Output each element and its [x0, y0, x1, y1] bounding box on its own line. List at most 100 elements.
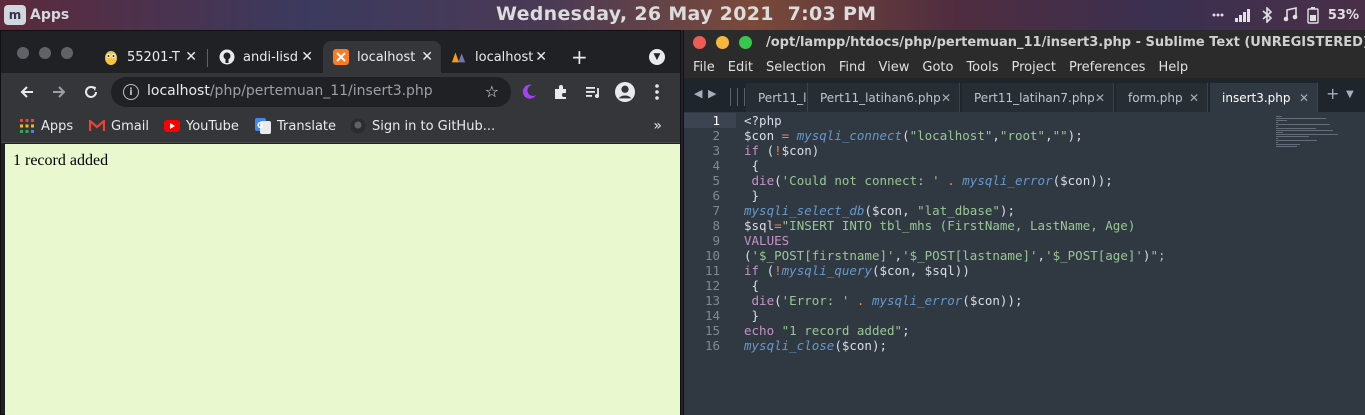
code-line[interactable]: { — [744, 278, 760, 293]
tab-search-button[interactable]: ▼ — [649, 49, 665, 65]
code-line[interactable]: if (!mysqli_query($con, $sql)) — [744, 263, 970, 278]
address-url[interactable]: localhost/php/pertemuan_11/insert3.php — [147, 83, 433, 99]
code-line[interactable]: if (!$con) — [744, 143, 819, 158]
editor-tab[interactable]: Pert11_latihan6.php ✕ — [808, 83, 960, 112]
apps-menu-button[interactable]: m Apps — [4, 4, 69, 26]
line-number: 12 — [704, 278, 720, 293]
window-minimize-button[interactable] — [716, 36, 729, 49]
editor-title: /opt/lampp/htdocs/php/pertemuan_11/inser… — [766, 35, 1365, 50]
line-number: 3 — [712, 143, 720, 158]
bookmark-youtube[interactable]: YouTube — [164, 118, 239, 134]
browser-menu-icon[interactable] — [647, 82, 667, 102]
youtube-icon — [164, 118, 180, 134]
line-number: 8 — [712, 218, 720, 233]
bluetooth-icon[interactable] — [1261, 7, 1273, 23]
tab-scroll-right-icon[interactable]: ▶ — [708, 87, 716, 100]
browser-tab[interactable]: 55201-TF ✕ — [93, 41, 205, 73]
back-arrow-icon[interactable] — [17, 82, 37, 102]
bookmark-translate[interactable]: G Translate — [255, 118, 336, 134]
address-bar[interactable]: i localhost/php/pertemuan_11/insert3.php… — [111, 77, 511, 107]
menu-view[interactable]: View — [879, 60, 910, 75]
code-line[interactable]: } — [744, 308, 760, 323]
code-line[interactable]: $sql="INSERT INTO tbl_mhs (FirstName, La… — [744, 218, 1135, 233]
extensions-puzzle-icon[interactable] — [551, 82, 571, 102]
code-line[interactable]: VALUES — [744, 233, 789, 248]
editor-tab[interactable]: Pert11_la — [746, 83, 808, 112]
code-line[interactable]: die('Error: ' . mysqli_error($con)); — [744, 293, 1023, 308]
forward-arrow-icon[interactable] — [49, 82, 69, 102]
profile-avatar-icon[interactable] — [615, 82, 635, 102]
code-line[interactable]: die('Could not connect: ' . mysqli_error… — [744, 173, 1113, 188]
bookmark-gmail[interactable]: Gmail — [89, 118, 149, 134]
browser-tab-active[interactable]: localhost ✕ — [323, 41, 441, 73]
more-icon[interactable] — [1211, 8, 1225, 22]
code-line[interactable]: <?php — [744, 113, 782, 128]
bookmark-apps[interactable]: Apps — [19, 118, 73, 134]
menu-project[interactable]: Project — [1011, 60, 1055, 75]
tab-close-icon[interactable]: ✕ — [421, 49, 433, 65]
window-close-button[interactable] — [17, 47, 29, 59]
menu-preferences[interactable]: Preferences — [1069, 60, 1145, 75]
window-maximize-button[interactable] — [739, 36, 752, 49]
browser-tab[interactable]: localhost ✕ — [441, 41, 555, 73]
menu-edit[interactable]: Edit — [728, 60, 753, 75]
menu-selection[interactable]: Selection — [766, 60, 826, 75]
window-maximize-button[interactable] — [61, 47, 73, 59]
tab-title: 55201-TF — [127, 49, 181, 65]
new-tab-button[interactable]: + — [571, 45, 588, 69]
phpmyadmin-icon — [451, 49, 467, 65]
tab-close-icon[interactable]: ✕ — [185, 49, 197, 65]
browser-tab[interactable]: andi-lisd ✕ — [209, 41, 321, 73]
url-host: localhost — [147, 83, 210, 99]
site-info-icon[interactable]: i — [123, 84, 139, 100]
tab-close-icon[interactable]: ✕ — [535, 49, 547, 65]
code-line[interactable]: $con = mysqli_connect("localhost","root"… — [744, 128, 1083, 143]
bookmark-github[interactable]: Sign in to GitHub... — [350, 118, 495, 134]
code-line[interactable]: { — [744, 158, 760, 173]
editor-tab-close-icon[interactable]: ✕ — [941, 91, 951, 105]
editor-tab[interactable]: form.php ✕ — [1116, 83, 1208, 112]
line-number: 16 — [704, 338, 720, 353]
browser-window: 55201-TF ✕ andi-lisd ✕ localhost ✕ local… — [0, 30, 681, 415]
reload-icon[interactable] — [81, 82, 101, 102]
editor-tab-active[interactable]: insert3.php ✕ — [1210, 83, 1318, 112]
menu-find[interactable]: Find — [839, 60, 866, 75]
editor-tab-close-icon[interactable]: ✕ — [1299, 91, 1309, 105]
bookmark-label: Apps — [41, 118, 74, 134]
code-line[interactable]: } — [744, 188, 760, 203]
new-file-tab-button[interactable]: + — [1326, 84, 1339, 103]
tab-list-chevron-down-icon[interactable]: ▼ — [1346, 89, 1354, 100]
window-close-button[interactable] — [693, 36, 706, 49]
editor-tab[interactable]: Pert11_latihan7.php ✕ — [962, 83, 1114, 112]
bookmarks-overflow-button[interactable]: » — [653, 118, 662, 134]
code-editor[interactable]: 1 2 3 4 5 6 7 8 9 10 11 12 13 14 15 16 <?php $con = mysq… — [684, 112, 1365, 415]
minimap[interactable] — [1276, 116, 1356, 156]
panel-clock[interactable]: Wednesday, 26 May 2021 7:03 PM — [496, 3, 876, 25]
menu-file[interactable]: File — [693, 60, 715, 75]
window-minimize-button[interactable] — [39, 47, 51, 59]
menu-help[interactable]: Help — [1158, 60, 1188, 75]
dark-reader-moon-icon[interactable] — [519, 82, 539, 102]
code-line[interactable]: echo "1 record added"; — [744, 323, 910, 338]
bookmark-label: Translate — [277, 118, 337, 134]
gmail-icon — [89, 118, 105, 134]
wifi-signal-icon[interactable] — [1234, 7, 1252, 23]
editor-tab-label: Pert11_latihan6.php — [820, 90, 941, 105]
bookmark-star-icon[interactable]: ☆ — [485, 82, 499, 101]
tab-close-icon[interactable]: ✕ — [301, 49, 313, 65]
tab-scroll-left-icon[interactable]: ◀ — [694, 87, 702, 100]
media-queue-icon[interactable] — [583, 82, 603, 102]
code-line[interactable]: ('$_POST[firstname]','$_POST[lastname]',… — [744, 248, 1166, 263]
music-icon[interactable] — [1282, 7, 1298, 23]
battery-icon[interactable] — [1307, 6, 1319, 24]
editor-tab-close-icon[interactable]: ✕ — [1189, 91, 1199, 105]
browser-toolbar: i localhost/php/pertemuan_11/insert3.php… — [1, 73, 680, 111]
code-line[interactable]: mysqli_select_db($con, "lat_dbase"); — [744, 203, 1015, 218]
editor-tab-close-icon[interactable]: ✕ — [1095, 91, 1105, 105]
line-number-gutter: 1 2 3 4 5 6 7 8 9 10 11 12 13 14 15 16 — [684, 112, 736, 415]
code-line[interactable]: mysqli_close($con); — [744, 338, 887, 353]
menu-goto[interactable]: Goto — [922, 60, 953, 75]
editor-tab-label: form.php — [1128, 90, 1183, 105]
menu-tools[interactable]: Tools — [966, 60, 998, 75]
current-line-highlight — [684, 113, 736, 128]
